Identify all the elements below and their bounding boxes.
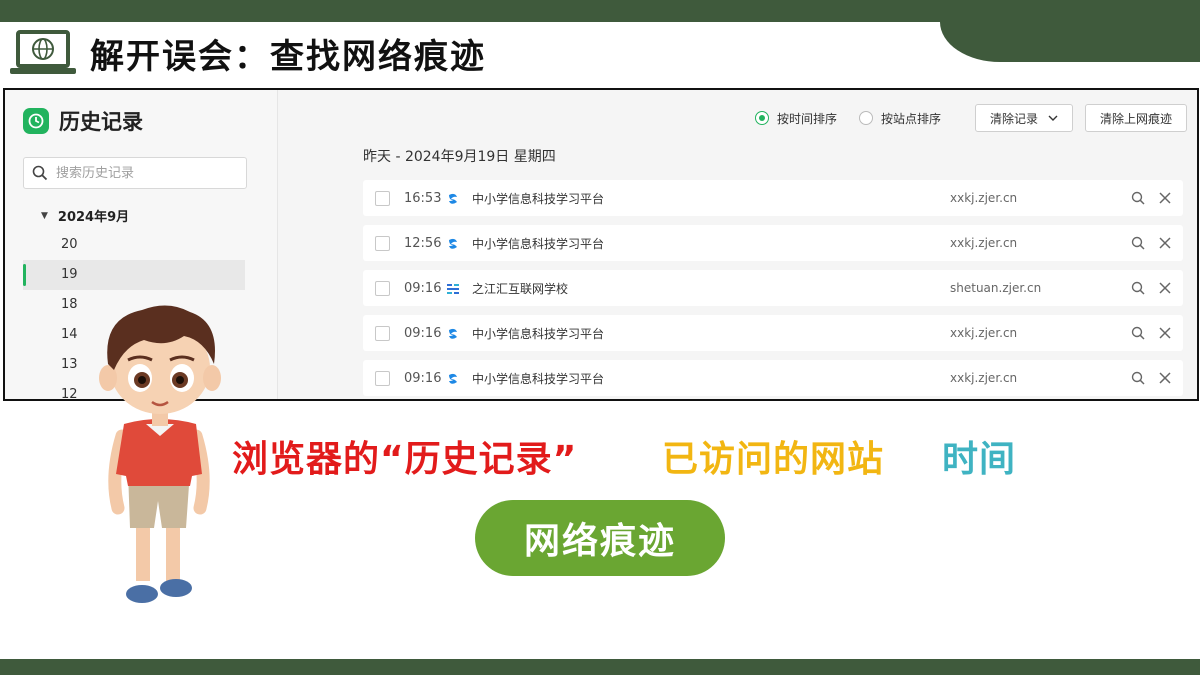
site-domain: xxkj.zjer.cn xyxy=(950,191,1018,205)
row-actions xyxy=(1117,236,1171,250)
search-icon[interactable] xyxy=(1131,191,1145,205)
history-list: 16:53 中小学信息科技学习平台 xxkj.zjer.cn 12:56 中小学信息科技… xyxy=(363,180,1183,399)
laptop-globe-icon xyxy=(10,30,76,74)
site-title[interactable]: 中小学信息科技学习平台 xyxy=(472,190,950,207)
boy-illustration xyxy=(99,305,221,603)
bottom-band xyxy=(0,659,1200,675)
radio-label: 按站点排序 xyxy=(880,111,941,126)
row-checkbox[interactable] xyxy=(375,280,390,296)
history-row[interactable]: 16:53 中小学信息科技学习平台 xxkj.zjer.cn xyxy=(363,180,1183,216)
app-header: 历史记录 xyxy=(23,106,143,136)
row-actions xyxy=(1117,326,1171,340)
site-title[interactable]: 之江汇互联网学校 xyxy=(472,280,950,297)
callout-history: 浏览器的“历史记录” xyxy=(232,439,578,480)
radio-unchecked-icon xyxy=(858,111,873,125)
chevron-down-icon xyxy=(1048,113,1058,124)
history-search[interactable] xyxy=(23,157,247,189)
xxkj-logo-icon xyxy=(446,191,460,205)
callout-visited-sites: 已访问的网站 xyxy=(662,439,885,480)
search-icon[interactable] xyxy=(1131,371,1145,385)
button-label: 清除上网痕迹 xyxy=(1099,111,1172,126)
search-icon[interactable] xyxy=(1131,236,1145,250)
site-domain: xxkj.zjer.cn xyxy=(950,236,1018,250)
search-icon xyxy=(32,165,48,181)
row-checkbox[interactable] xyxy=(375,325,390,341)
history-main: 按时间排序 按站点排序 清除记录 清除上网痕迹 昨天 - 2024年9月19日 … xyxy=(278,90,1197,399)
site-domain: xxkj.zjer.cn xyxy=(950,371,1018,385)
top-band-corner xyxy=(940,0,1200,62)
day-item-selected[interactable]: 19 xyxy=(23,260,245,290)
date-heading: 昨天 - 2024年9月19日 星期四 xyxy=(363,149,556,165)
clear-traces-button[interactable]: 清除上网痕迹 xyxy=(1084,104,1187,132)
row-checkbox[interactable] xyxy=(375,370,390,386)
site-title[interactable]: 中小学信息科技学习平台 xyxy=(472,325,950,342)
sort-by-time-radio[interactable]: 按时间排序 xyxy=(754,110,837,127)
month-label: 2024年9月 xyxy=(57,210,130,225)
row-actions xyxy=(1117,191,1171,205)
row-checkbox[interactable] xyxy=(375,190,390,206)
site-title[interactable]: 中小学信息科技学习平台 xyxy=(472,370,950,387)
row-actions xyxy=(1117,281,1171,295)
history-row[interactable]: 09:16 中小学信息科技学习平台 xxkj.zjer.cn xyxy=(363,315,1183,351)
day-item[interactable]: 20 xyxy=(23,230,245,260)
row-checkbox[interactable] xyxy=(375,235,390,251)
visit-time: 12:56 xyxy=(404,235,442,251)
radio-checked-icon xyxy=(754,111,769,125)
app-title: 历史记录 xyxy=(59,110,143,134)
clock-icon xyxy=(23,108,49,134)
clear-records-dropdown[interactable]: 清除记录 xyxy=(974,104,1073,132)
close-icon[interactable] xyxy=(1159,282,1171,294)
history-row[interactable]: 12:56 中小学信息科技学习平台 xxkj.zjer.cn xyxy=(363,225,1183,261)
slide-title: 解开误会：查找网络痕迹 xyxy=(90,36,486,77)
site-title[interactable]: 中小学信息科技学习平台 xyxy=(472,235,950,252)
visit-time: 09:16 xyxy=(404,370,442,386)
close-icon[interactable] xyxy=(1159,192,1171,204)
slide-header: 解开误会：查找网络痕迹 xyxy=(8,28,486,78)
visit-time: 09:16 xyxy=(404,280,442,296)
site-domain: xxkj.zjer.cn xyxy=(950,326,1018,340)
xxkj-logo-icon xyxy=(446,236,460,250)
row-actions xyxy=(1117,371,1171,385)
search-icon[interactable] xyxy=(1131,281,1145,295)
close-icon[interactable] xyxy=(1159,237,1171,249)
sort-by-site-radio[interactable]: 按站点排序 xyxy=(858,110,941,127)
visit-time: 16:53 xyxy=(404,190,442,206)
button-label: 清除记录 xyxy=(989,111,1038,126)
history-row[interactable]: 09:16 之江汇互联网学校 shetuan.zjer.cn xyxy=(363,270,1183,306)
zjh-logo-icon xyxy=(446,281,460,295)
xxkj-logo-icon xyxy=(446,371,460,385)
history-row[interactable]: 09:16 中小学信息科技学习平台 xxkj.zjer.cn xyxy=(363,360,1183,396)
xxkj-logo-icon xyxy=(446,326,460,340)
network-traces-button[interactable]: 网络痕迹 xyxy=(475,500,725,576)
close-icon[interactable] xyxy=(1159,372,1171,384)
callout-time: 时间 xyxy=(942,439,1017,480)
site-domain: shetuan.zjer.cn xyxy=(950,281,1042,295)
toolbar: 按时间排序 按站点排序 清除记录 清除上网痕迹 xyxy=(754,104,1187,132)
search-icon[interactable] xyxy=(1131,326,1145,340)
caret-down-icon: ▼ xyxy=(41,210,48,221)
visit-time: 09:16 xyxy=(404,325,442,341)
radio-label: 按时间排序 xyxy=(776,111,837,126)
close-icon[interactable] xyxy=(1159,327,1171,339)
search-input[interactable] xyxy=(54,164,238,182)
tree-month[interactable]: ▼ 2024年9月 xyxy=(41,206,129,225)
